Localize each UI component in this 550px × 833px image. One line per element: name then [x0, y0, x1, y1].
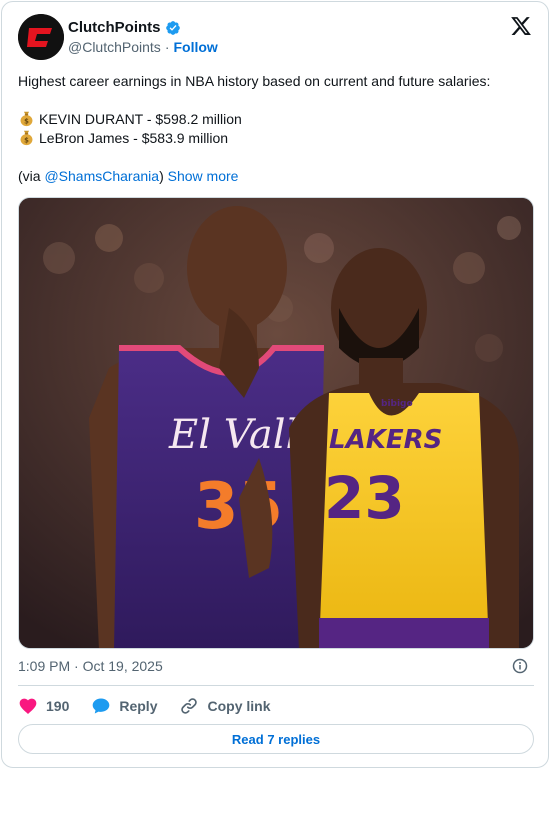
separator: · [164, 39, 170, 55]
action-bar: 190 Reply Copy link [18, 694, 293, 718]
author-name-row: ClutchPoints [68, 18, 181, 38]
jersey-right-number: 23 [324, 464, 405, 532]
money-bag-icon: $ [20, 111, 33, 127]
x-logo-icon[interactable] [510, 15, 532, 37]
link-icon [181, 698, 198, 714]
tweet-text: Highest career earnings in NBA history b… [18, 72, 528, 186]
read-replies-button[interactable]: Read 7 replies [18, 724, 534, 754]
verified-badge-icon [165, 20, 181, 36]
clutchpoints-logo [18, 14, 64, 60]
like-button[interactable]: 190 [18, 696, 69, 716]
timestamp[interactable]: 1:09 PM · Oct 19, 2025 [18, 656, 163, 676]
earnings-item: $ LeBron James - $583.9 million [18, 129, 528, 148]
copy-link-button[interactable]: Copy link [179, 696, 271, 716]
handle[interactable]: @ClutchPoints [68, 38, 161, 56]
avatar[interactable] [18, 14, 64, 60]
mention-link[interactable]: @ShamsCharania [44, 168, 159, 184]
via-prefix: (via [18, 168, 45, 184]
tweet-intro: Highest career earnings in NBA history b… [18, 73, 491, 89]
reply-button[interactable]: Reply [91, 696, 157, 716]
earnings-item-text: LeBron James - $583.9 million [39, 130, 229, 146]
copy-link-label: Copy link [207, 698, 271, 714]
handle-row: @ClutchPoints · Follow [68, 38, 218, 56]
svg-text:$: $ [24, 137, 29, 145]
show-more-link[interactable]: Show more [168, 168, 239, 184]
display-name[interactable]: ClutchPoints [68, 18, 161, 38]
jersey-sponsor: bibigo [381, 399, 413, 409]
follow-button[interactable]: Follow [173, 38, 217, 56]
tweet-photo[interactable]: El Valle 35 LAKERS 23 bibigo [18, 197, 534, 649]
via-suffix: ) [159, 168, 164, 184]
earnings-item: $ KEVIN DURANT - $598.2 million [18, 110, 528, 129]
heart-icon [19, 698, 37, 714]
reply-label: Reply [119, 698, 158, 714]
like-count: 190 [46, 698, 70, 714]
reply-icon [93, 698, 110, 714]
divider [18, 685, 534, 686]
info-icon[interactable] [512, 658, 528, 674]
jersey-right-text: LAKERS [329, 425, 442, 455]
earnings-item-text: KEVIN DURANT - $598.2 million [39, 111, 242, 127]
via-line: (via @ShamsCharania) Show more [18, 167, 528, 186]
tweet-card: ClutchPoints @ClutchPoints · Follow High… [1, 1, 549, 768]
players-photo: El Valle 35 LAKERS 23 bibigo [19, 198, 533, 648]
svg-text:$: $ [24, 118, 29, 126]
money-bag-icon: $ [20, 130, 33, 146]
